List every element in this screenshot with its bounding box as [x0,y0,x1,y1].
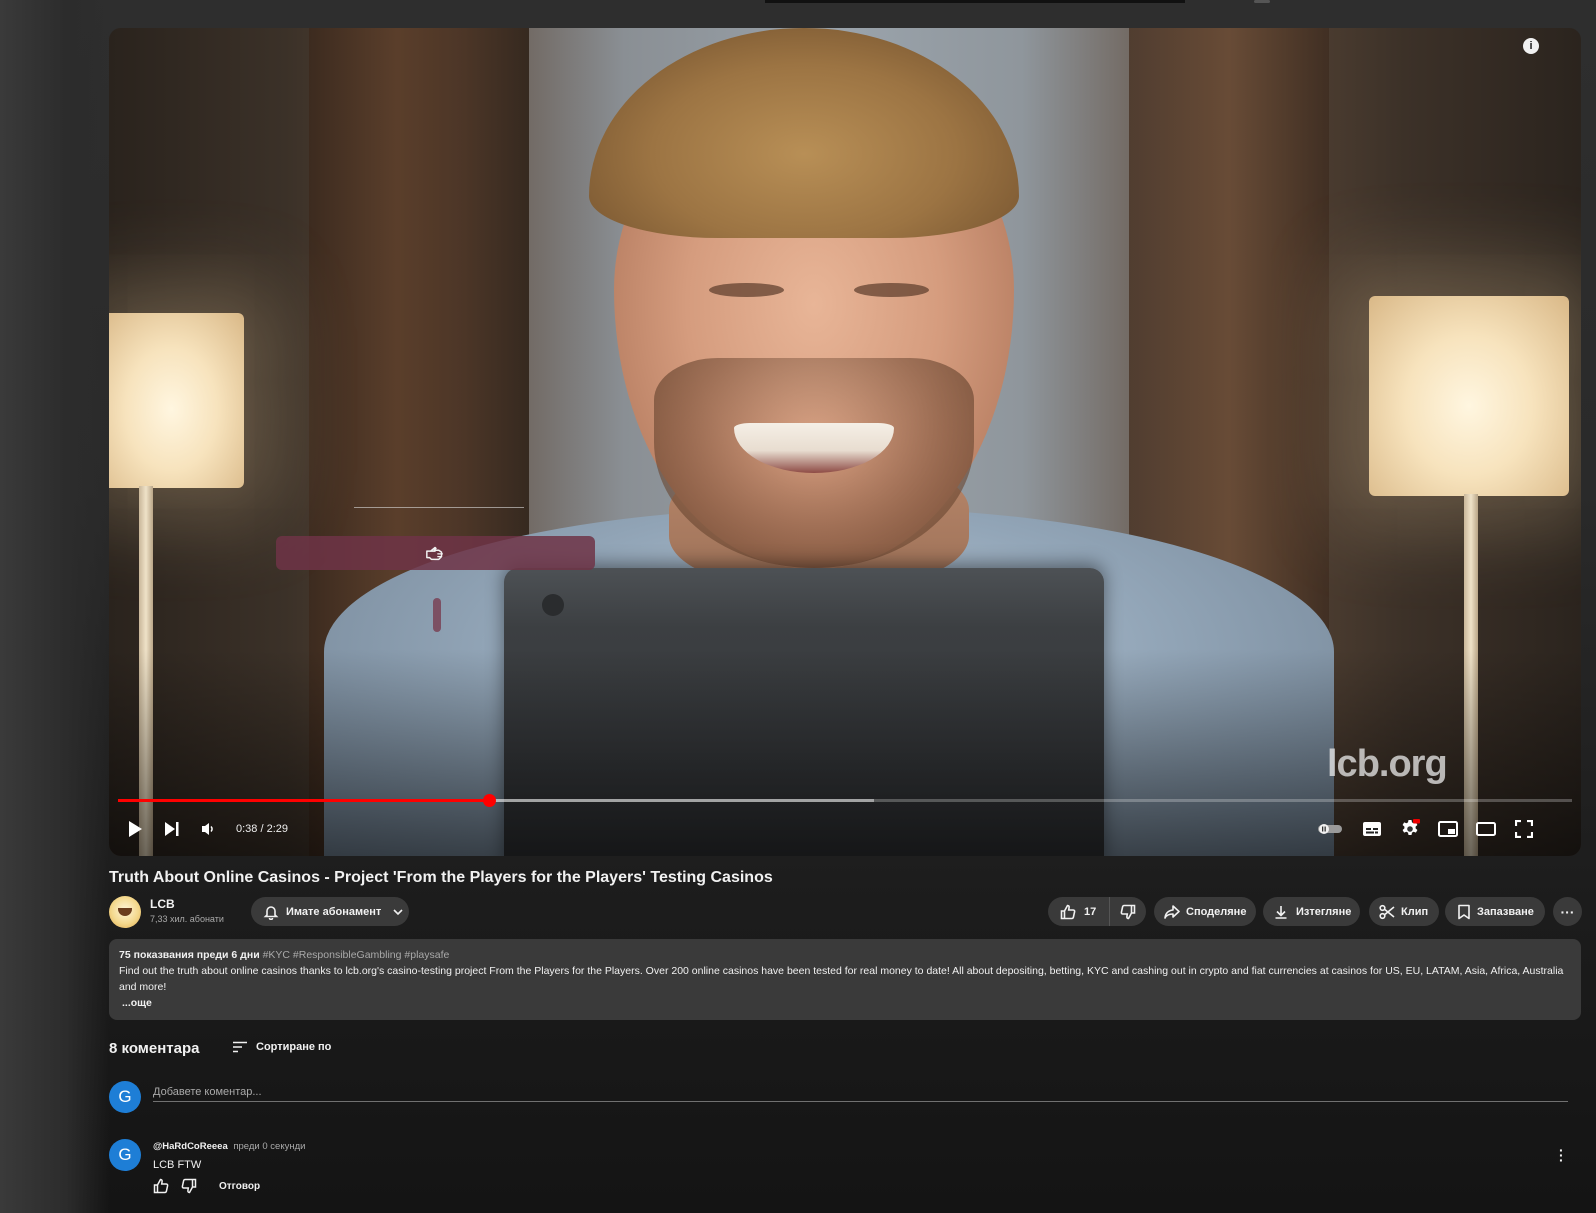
gear-icon [1402,819,1420,835]
pointing-hand-icon [425,546,443,561]
clip-button[interactable]: Клип [1369,897,1439,926]
fullscreen-icon [1515,820,1533,838]
next-button[interactable] [157,814,187,844]
video-player[interactable]: lcb.org i 0:38 / 2:29 [109,28,1581,856]
sort-comments-button[interactable]: Сортиране по [232,1041,331,1053]
subscribed-button[interactable]: Имате абонамент [251,897,409,926]
description-text: Find out the truth about online casinos … [119,965,1564,993]
bell-icon [263,905,279,920]
save-button[interactable]: Запазване [1445,897,1545,926]
description-more-link[interactable]: ...още [122,995,1571,1011]
mute-button[interactable] [194,814,224,844]
download-icon [1275,905,1287,919]
dislike-button[interactable] [1110,897,1146,926]
comment-text: LCB FTW [153,1159,202,1171]
video-title: Truth About Online Casinos - Project 'Fr… [109,869,773,886]
share-button[interactable]: Споделяне [1154,897,1256,926]
play-icon [129,821,142,837]
current-user-avatar: G [109,1081,141,1113]
like-count: 17 [1084,905,1097,918]
more-actions-button[interactable]: ··· [1553,897,1582,926]
thumbs-down-icon[interactable] [181,1178,197,1194]
autoplay-toggle-icon [1318,824,1342,834]
chevron-down-icon [393,908,403,915]
video-watermark: lcb.org [1327,743,1448,785]
autoplay-toggle[interactable] [1315,814,1345,844]
comment-timestamp[interactable]: преди 0 секунди [233,1141,305,1152]
add-comment-input[interactable] [153,1082,1568,1102]
next-icon [165,822,179,836]
masthead-edge [765,0,1185,3]
subscribed-label: Имате абонамент [286,905,382,918]
channel-name[interactable]: LCB [150,897,175,911]
time-display: 0:38 / 2:29 [236,823,288,835]
share-label: Споделяне [1186,905,1247,918]
view-count-and-date: 75 показвания преди 6 дни [119,949,260,961]
theater-icon [1476,822,1496,836]
channel-avatar[interactable] [109,896,141,928]
scissors-icon [1379,904,1395,919]
sort-icon [233,1041,247,1053]
comment-actions: Отговор [153,1178,260,1194]
progress-played [118,799,489,802]
video-overlay-line [354,507,524,508]
like-dislike-group: 17 [1048,897,1146,926]
player-controls: 0:38 / 2:29 [109,808,1581,852]
info-icon[interactable]: i [1523,38,1539,54]
like-button[interactable]: 17 [1048,897,1110,926]
share-icon [1164,904,1180,919]
masthead-edge-dot [1254,0,1270,3]
progress-bar[interactable] [118,794,1572,807]
comment-author-name[interactable]: @HaRdCoReeea [153,1141,228,1152]
volume-icon [202,823,213,835]
video-vignette [109,28,1581,856]
comments-count: 8 коментара [109,1040,200,1057]
play-button[interactable] [120,814,150,844]
comment-more-icon[interactable]: · · · [1559,1143,1564,1167]
video-frame [109,28,1581,856]
settings-button[interactable] [1395,814,1425,844]
channel-subscriber-count: 7,33 хил. абонати [150,914,224,924]
miniplayer-icon [1438,821,1458,837]
description-hashtags[interactable]: #KYC #ResponsibleGambling #playsafe [263,949,450,961]
more-horizontal-icon: ··· [1560,903,1575,920]
bookmark-icon [1458,904,1470,919]
reply-button[interactable]: Отговор [219,1181,260,1192]
thumbs-up-icon [1060,904,1076,919]
save-label: Запазване [1477,905,1534,918]
comment-header: @HaRdCoReeea преди 0 секунди [153,1141,305,1152]
thumbs-up-icon[interactable] [153,1178,169,1194]
thumbs-down-icon [1120,904,1136,919]
subtitles-button[interactable] [1357,814,1387,844]
video-overlay-button[interactable] [276,536,595,570]
video-overlay-pill [433,598,441,632]
miniplayer-button[interactable] [1433,814,1463,844]
download-label: Изтегляне [1296,905,1352,918]
sort-label: Сортиране по [256,1041,332,1053]
fullscreen-button[interactable] [1509,814,1539,844]
download-button[interactable]: Изтегляне [1263,897,1360,926]
theater-mode-button[interactable] [1471,814,1501,844]
description-box[interactable]: 75 показвания преди 6 дни #KYC #Responsi… [109,939,1581,1020]
progress-scrubber-handle[interactable] [482,794,496,807]
clip-label: Клип [1401,905,1429,918]
subtitles-icon [1363,822,1381,836]
comment-author-avatar[interactable]: G [109,1139,141,1171]
